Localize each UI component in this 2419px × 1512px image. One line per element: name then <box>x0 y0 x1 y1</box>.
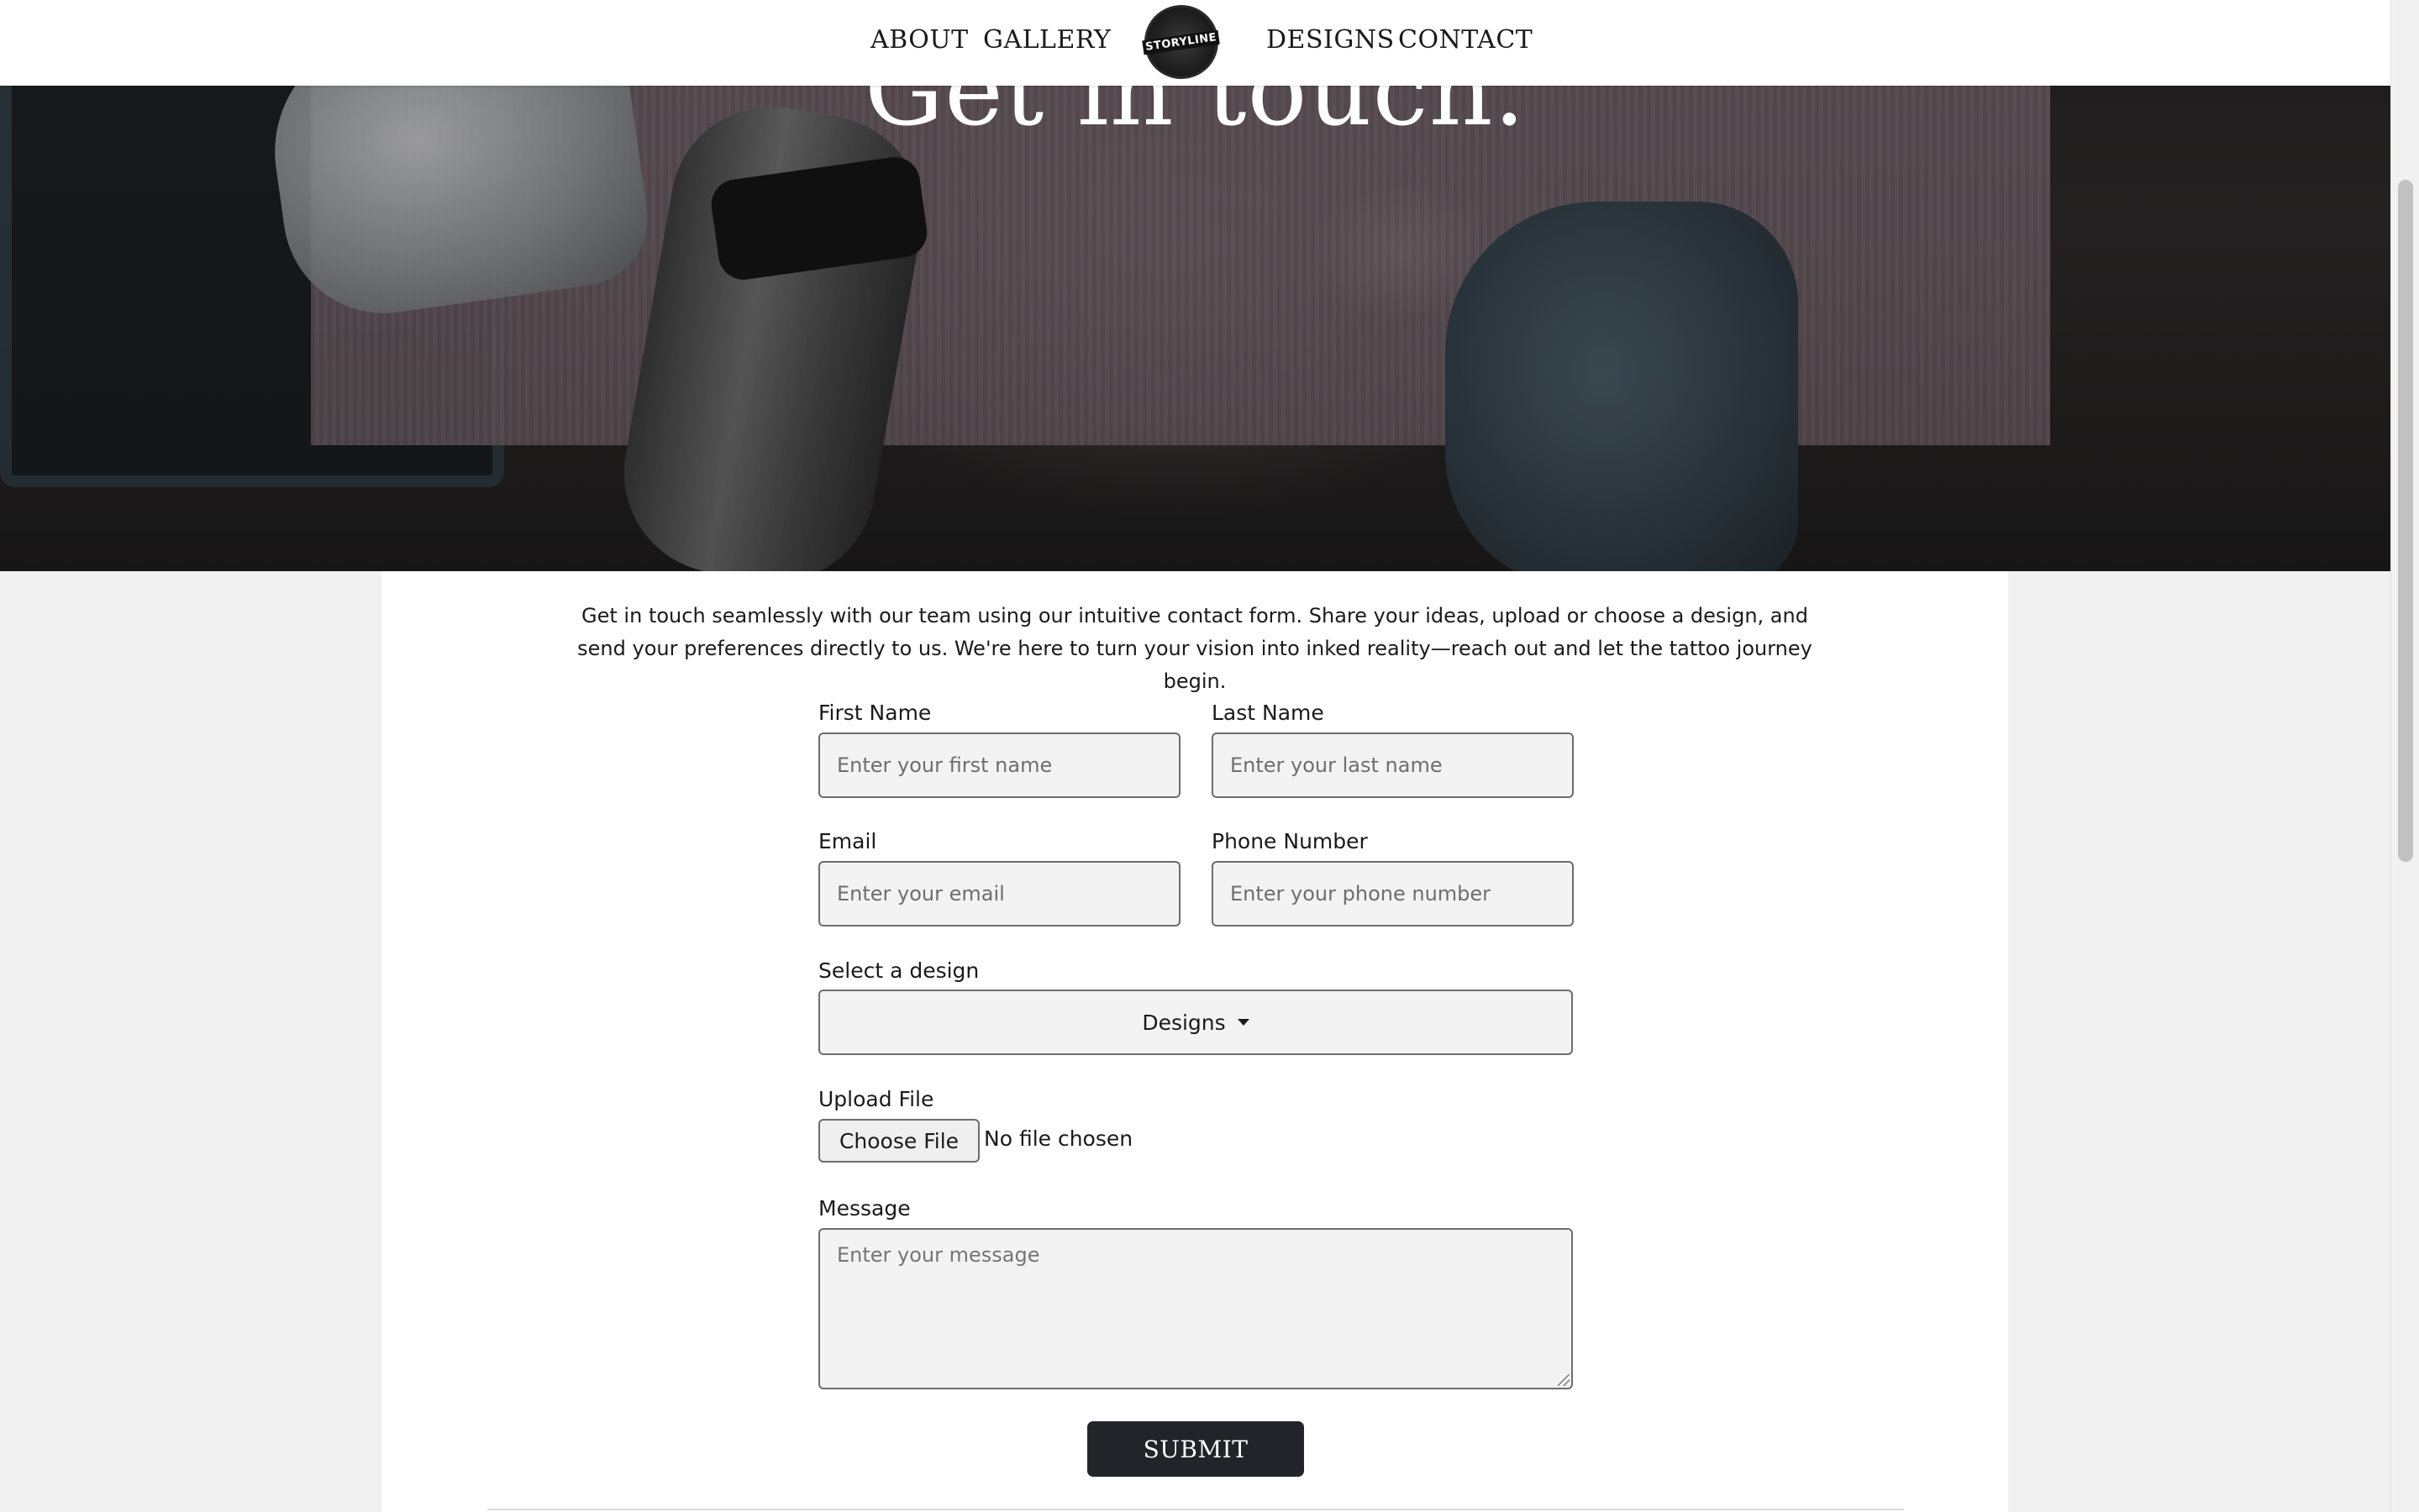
email-input[interactable] <box>818 861 1181 927</box>
resize-grip-icon[interactable] <box>1558 1374 1570 1386</box>
last-name-label: Last Name <box>1212 701 1324 725</box>
submit-button[interactable]: SUBMIT <box>1087 1421 1304 1477</box>
designs-dropdown-label: Designs <box>1142 1010 1226 1035</box>
contact-section: Get in touch seamlessly with our team us… <box>381 571 2008 1512</box>
footer-divider <box>487 1509 1904 1510</box>
last-name-input[interactable] <box>1212 732 1574 798</box>
first-name-label: First Name <box>818 701 932 725</box>
phone-label: Phone Number <box>1212 829 1368 853</box>
email-label: Email <box>818 829 877 853</box>
file-status: No file chosen <box>984 1126 1133 1151</box>
message-textarea[interactable] <box>818 1228 1573 1389</box>
storyline-logo[interactable]: STORYLINE <box>1142 5 1221 79</box>
navbar: ABOUT GALLERY STORYLINE DESIGNS CONTACT <box>0 0 2390 86</box>
page-scrollbar[interactable] <box>2390 0 2419 1512</box>
nav-contact[interactable]: CONTACT <box>1398 25 1533 55</box>
design-label: Select a design <box>818 958 980 983</box>
upload-label: Upload File <box>818 1087 934 1111</box>
phone-input[interactable] <box>1212 861 1574 927</box>
nav-about[interactable]: ABOUT <box>870 25 969 55</box>
nav-gallery[interactable]: GALLERY <box>983 25 1111 55</box>
logo-text: STORYLINE <box>1142 29 1221 55</box>
scrollbar-thumb[interactable] <box>2398 180 2413 862</box>
message-label: Message <box>818 1196 911 1221</box>
hero-banner: Get in touch. <box>0 0 2390 571</box>
first-name-input[interactable] <box>818 732 1181 798</box>
choose-file-button[interactable]: Choose File <box>818 1119 980 1163</box>
designs-dropdown[interactable]: Designs <box>818 990 1573 1055</box>
intro-text: Get in touch seamlessly with our team us… <box>577 604 1812 693</box>
nav-designs[interactable]: DESIGNS <box>1266 25 1395 55</box>
caret-down-icon <box>1237 1019 1249 1026</box>
